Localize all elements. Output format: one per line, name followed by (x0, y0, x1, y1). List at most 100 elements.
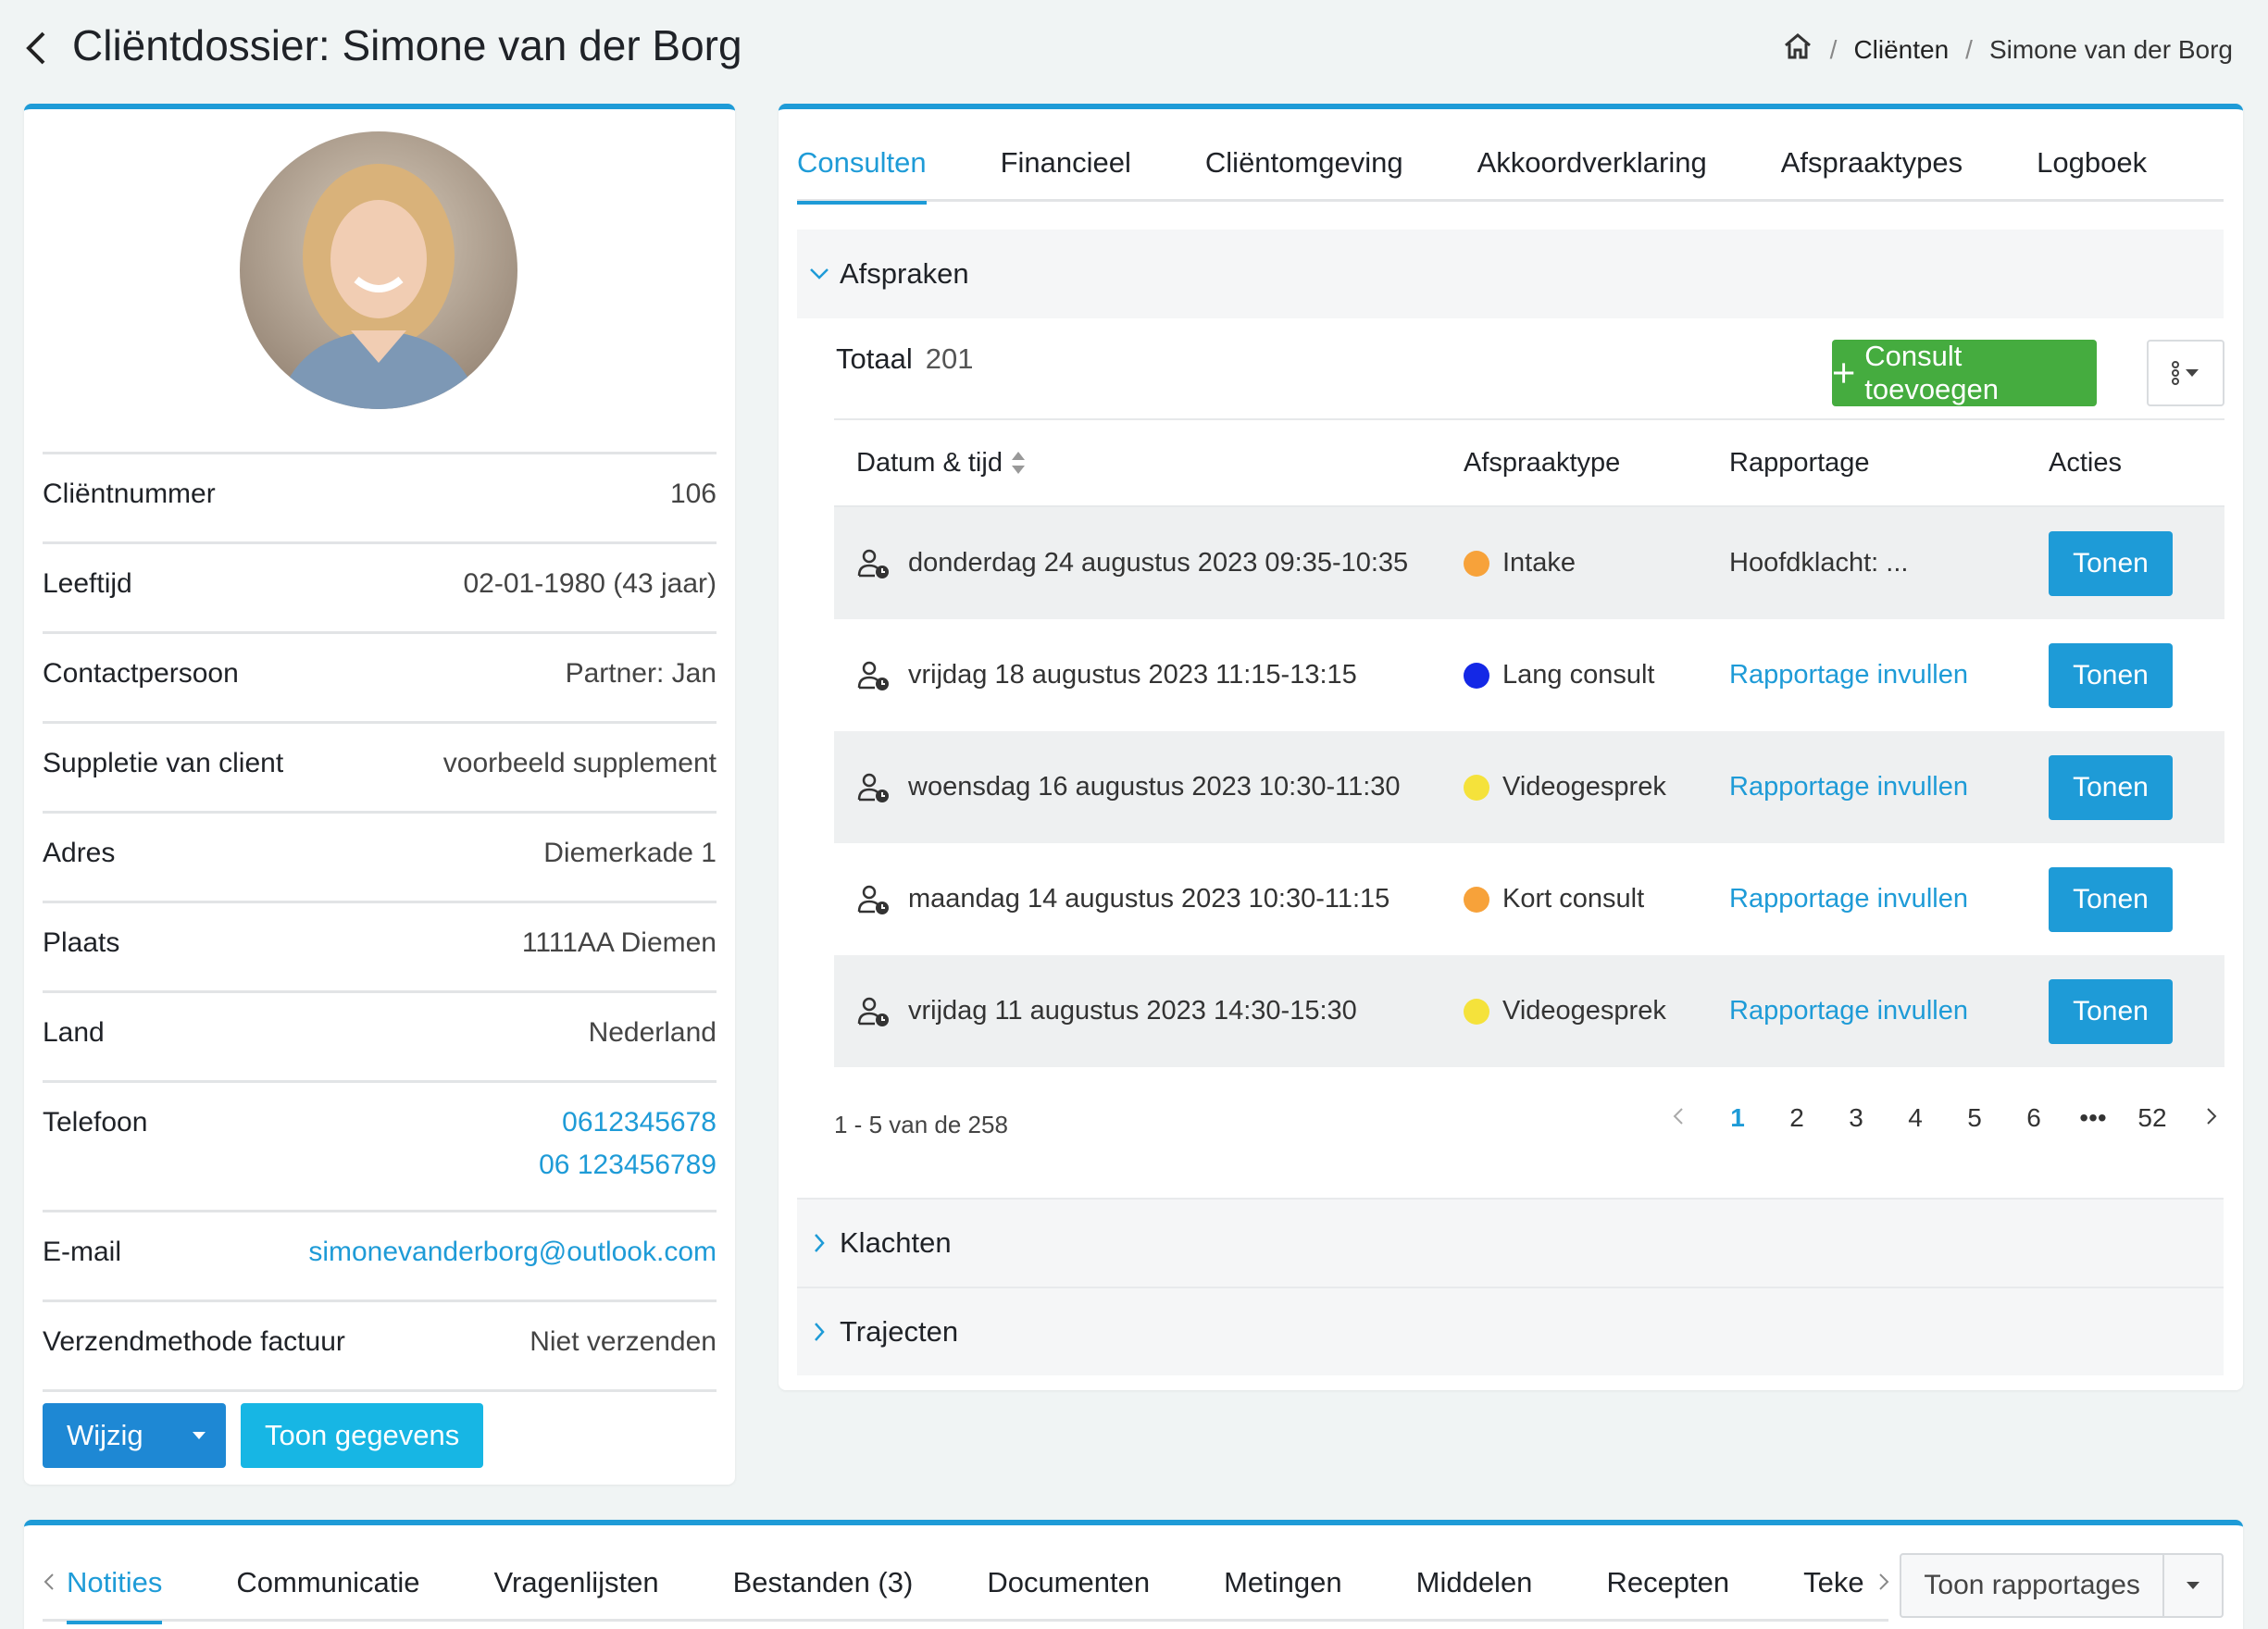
page-link[interactable]: 2 (1767, 1103, 1826, 1133)
field-country: Land Nederland (43, 990, 717, 1080)
next-page-icon[interactable] (2182, 1103, 2241, 1133)
cell-actions: Tonen (2049, 978, 2224, 1044)
phone-values: 0612345678 06 123456789 (539, 1107, 717, 1181)
field-supplement: Suppletie van client voorbeeld supplemen… (43, 721, 717, 811)
field-invoice-method: Verzendmethode factuur Niet verzenden (43, 1299, 717, 1389)
tab-notities[interactable]: Notities (67, 1566, 163, 1624)
tab-consulten[interactable]: Consulten (797, 146, 927, 205)
cell-type: Lang consult (1464, 660, 1729, 690)
appointment-type: Kort consult (1502, 884, 1645, 914)
tab-akkoordverklaring[interactable]: Akkoordverklaring (1477, 146, 1707, 202)
email-link[interactable]: simonevanderborg@outlook.com (308, 1237, 717, 1268)
phone-link[interactable]: 0612345678 (539, 1107, 717, 1138)
show-button[interactable]: Tonen (2049, 754, 2173, 820)
cell-report: Rapportage invullen (1729, 996, 2049, 1026)
show-button[interactable]: Tonen (2049, 866, 2173, 932)
add-consult-button[interactable]: Consult toevoegen (1832, 340, 2097, 406)
report-fill-link[interactable]: Rapportage invullen (1729, 996, 1968, 1026)
phone-link[interactable]: 06 123456789 (539, 1150, 717, 1181)
show-reports-split-button[interactable]: Toon rapportages (1900, 1553, 2224, 1618)
cell-actions: Tonen (2049, 754, 2224, 820)
section-title: Klachten (840, 1226, 952, 1259)
prev-page-icon[interactable] (1649, 1103, 1708, 1133)
report-fill-link[interactable]: Rapportage invullen (1729, 884, 1968, 914)
cell-report: Hoofdklacht: ... (1729, 548, 2049, 578)
caret-down-icon[interactable] (2164, 1580, 2222, 1591)
total-summary: Totaal 201 (836, 342, 973, 376)
complaints-section-header[interactable]: Klachten (797, 1198, 2224, 1287)
report-summary: Hoofdklacht: ... (1729, 548, 1909, 578)
field-age: Leeftijd 02-01-1980 (43 jaar) (43, 541, 717, 631)
column-header-date[interactable]: Datum & tijd (834, 448, 1464, 479)
edit-button[interactable]: Wijzig (43, 1419, 172, 1452)
appointment-type: Videogesprek (1502, 996, 1666, 1026)
cell-actions: Tonen (2049, 642, 2224, 708)
chevron-down-icon (801, 267, 838, 280)
tab-vragenlijsten[interactable]: Vragenlijsten (494, 1566, 659, 1622)
page-link[interactable]: 1 (1708, 1103, 1767, 1133)
tab-clientomgeving[interactable]: Cliëntomgeving (1205, 146, 1403, 202)
show-reports-button[interactable]: Toon rapportages (1901, 1555, 2165, 1616)
back-button[interactable] (17, 26, 54, 70)
cell-type: Videogesprek (1464, 996, 1729, 1026)
chevron-left-icon (26, 31, 45, 65)
trajectories-section-header[interactable]: Trajecten (797, 1287, 2224, 1375)
field-value: Diemerkade 1 (543, 838, 717, 868)
sort-icon (1011, 452, 1025, 474)
page-link[interactable]: 6 (2004, 1103, 2063, 1133)
tab-recepten[interactable]: Recepten (1606, 1566, 1729, 1622)
column-label: Datum & tijd (856, 447, 1003, 478)
page-header: Cliëntdossier: Simone van der Borg / Cli… (0, 0, 2268, 102)
tab-bar: Consulten Financieel Cliëntomgeving Akko… (797, 146, 2224, 205)
field-value: 106 (669, 479, 717, 509)
tab-financieel[interactable]: Financieel (1001, 146, 1131, 202)
show-button[interactable]: Tonen (2049, 530, 2173, 596)
pagination-ellipsis[interactable]: ••• (2063, 1103, 2123, 1133)
table-row: woensdag 16 augustus 2023 10:30-11:30 Vi… (834, 731, 2224, 843)
page-link[interactable]: 5 (1945, 1103, 2004, 1133)
user-clock-icon (857, 885, 889, 914)
report-fill-link[interactable]: Rapportage invullen (1729, 772, 1968, 802)
avatar (240, 131, 517, 409)
show-details-button[interactable]: Toon gegevens (241, 1403, 484, 1468)
cell-date: maandag 14 augustus 2023 10:30-11:15 (834, 884, 1464, 915)
client-info-list: Cliëntnummer 106 Leeftijd 02-01-1980 (43… (43, 452, 717, 1392)
page-link[interactable]: 4 (1886, 1103, 1945, 1133)
edit-split-button[interactable]: Wijzig (43, 1403, 226, 1468)
tab-communicatie[interactable]: Communicatie (236, 1566, 419, 1622)
more-options-icon (2172, 361, 2199, 385)
column-header-type: Afspraaktype (1464, 447, 1621, 478)
type-color-dot (1464, 662, 1489, 689)
tab-metingen[interactable]: Metingen (1224, 1566, 1342, 1622)
total-label: Totaal (836, 342, 913, 375)
column-header-actions: Acties (2049, 447, 2122, 478)
field-value: 1111AA Diemen (521, 927, 717, 958)
scroll-left-icon[interactable] (43, 1566, 56, 1622)
user-clock-icon (857, 549, 889, 578)
appointment-type: Lang consult (1502, 660, 1655, 690)
tab-logboek[interactable]: Logboek (2037, 146, 2147, 202)
field-email: E-mail simonevanderborg@outlook.com (43, 1210, 717, 1299)
show-button[interactable]: Tonen (2049, 642, 2173, 708)
options-menu-button[interactable] (2147, 340, 2224, 406)
page-link[interactable]: 52 (2123, 1103, 2182, 1133)
pagination: 1 2 3 4 5 6 ••• 52 (1649, 1103, 2241, 1133)
show-button[interactable]: Tonen (2049, 978, 2173, 1044)
tab-afspraaktypes[interactable]: Afspraaktypes (1781, 146, 1963, 202)
breadcrumb-separator: / (1965, 34, 1973, 64)
appointments-section-header[interactable]: Afspraken (797, 230, 2224, 318)
field-label: Plaats (43, 927, 120, 958)
tab-teke[interactable]: Teke (1803, 1566, 1863, 1622)
client-actions: Wijzig Toon gegevens (43, 1403, 484, 1468)
tab-documenten[interactable]: Documenten (987, 1566, 1150, 1622)
home-icon[interactable] (1782, 31, 1813, 68)
tab-bestanden[interactable]: Bestanden (3) (733, 1566, 914, 1622)
breadcrumb-clients[interactable]: Cliënten (1853, 35, 1949, 65)
plus-icon (1833, 363, 1854, 383)
page-link[interactable]: 3 (1826, 1103, 1886, 1133)
caret-down-icon[interactable] (172, 1430, 226, 1441)
report-fill-link[interactable]: Rapportage invullen (1729, 660, 1968, 690)
scroll-right-icon[interactable] (1877, 1566, 1890, 1622)
tab-middelen[interactable]: Middelen (1416, 1566, 1533, 1622)
field-label: Verzendmethode factuur (43, 1326, 345, 1357)
